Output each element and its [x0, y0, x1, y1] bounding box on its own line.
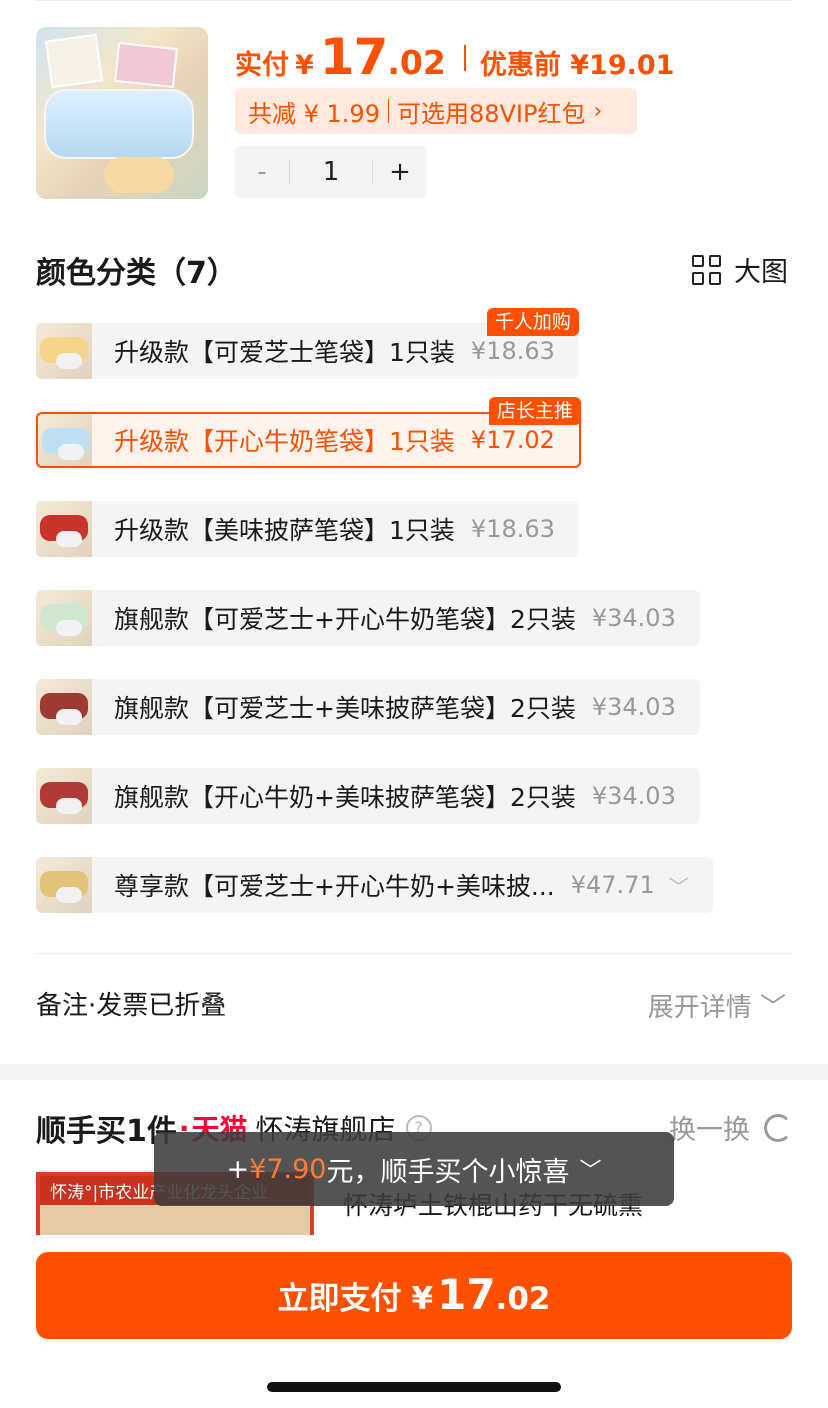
remark-label: 备注·发票已折叠 [36, 991, 227, 1021]
grid-icon [692, 254, 722, 285]
option-thumbnail [36, 501, 92, 557]
chevron-right-icon: › [593, 98, 603, 124]
product-thumbnail[interactable] [36, 27, 208, 199]
option-name: 尊享款【可爱芝士+开心牛奶+美味披... [114, 872, 555, 901]
option-name: 旗舰款【可爱芝士+美味披萨笔袋】2只装 [114, 694, 576, 723]
pay-integer: 17 [437, 1270, 496, 1319]
option-price: ¥18.63 [470, 515, 555, 543]
option-name: 升级款【可爱芝士笔袋】1只装 [114, 338, 455, 367]
option-price: ¥18.63 [470, 337, 555, 365]
swap-label: 换一换 [669, 1115, 750, 1146]
option-thumbnail [36, 857, 92, 913]
addon-toast[interactable]: + ¥7.90 元，顺手买个小惊喜 ﹀ [154, 1132, 674, 1206]
pay-label: 立即支付 [277, 1281, 402, 1317]
option-name: 旗舰款【可爱芝士+开心牛奶笔袋】2只装 [114, 605, 576, 634]
option-thumbnail [36, 323, 92, 379]
toast-text: 元，顺手买个小惊喜 [326, 1156, 570, 1188]
option-price: ¥47.71 [570, 871, 655, 899]
option-price: ¥34.03 [591, 604, 676, 632]
expand-details-button[interactable]: 展开详情 ﹀ [648, 987, 786, 1024]
discount-text: 共减 ¥ 1.99 [248, 99, 380, 128]
decrease-button[interactable]: - [235, 157, 289, 187]
pay-decimal: .02 [495, 1281, 551, 1317]
chevron-down-icon[interactable]: ﹀ [669, 871, 689, 900]
toast-amount: ¥7.90 [249, 1153, 327, 1185]
option-price: ¥34.03 [591, 782, 676, 810]
increase-button[interactable]: + [373, 157, 427, 187]
paid-label: 实付 [235, 50, 289, 81]
option-item[interactable]: 旗舰款【可爱芝士+美味披萨笔袋】2只装 ¥34.03 [36, 679, 700, 735]
option-name: 旗舰款【开心牛奶+美味披萨笔袋】2只装 [114, 783, 576, 812]
option-thumbnail [36, 768, 92, 824]
option-thumbnail [36, 679, 92, 735]
option-name: 升级款【开心牛奶笔袋】1只装 [114, 427, 455, 456]
option-item[interactable]: 升级款【美味披萨笔袋】1只装 ¥18.63 [36, 501, 579, 557]
section-title: 颜色分类（7） [36, 256, 237, 291]
paid-decimal: .02 [387, 43, 446, 82]
section-divider [36, 953, 792, 954]
option-price: ¥34.03 [591, 693, 676, 721]
option-badge: 店长主推 [488, 397, 581, 425]
option-price: ¥17.02 [470, 426, 555, 454]
option-item[interactable]: 升级款【开心牛奶笔袋】1只装 ¥17.02 店长主推 [36, 397, 581, 468]
option-item[interactable]: 尊享款【可爱芝士+开心牛奶+美味披... ¥47.71 ﹀ [36, 857, 713, 913]
discount-pill[interactable]: 共减 ¥ 1.99 可选用88VIP红包 › [235, 88, 637, 134]
vip-redpacket-text: 可选用88VIP红包 [396, 99, 586, 128]
home-indicator[interactable] [267, 1382, 561, 1392]
price-separator [463, 45, 466, 71]
option-item[interactable]: 升级款【可爱芝士笔袋】1只装 ¥18.63 千人加购 [36, 308, 579, 379]
original-price: 优惠前 ¥19.01 [479, 50, 675, 81]
option-thumbnail [36, 590, 92, 646]
paid-currency: ¥ [295, 50, 314, 81]
big-image-toggle[interactable]: 大图 [692, 250, 788, 289]
quantity-stepper: - 1 + [235, 146, 427, 198]
option-item[interactable]: 旗舰款【开心牛奶+美味披萨笔袋】2只装 ¥34.03 [36, 768, 700, 824]
pay-now-button[interactable]: 立即支付 ¥ 17 .02 [36, 1252, 792, 1339]
option-item[interactable]: 旗舰款【可爱芝士+开心牛奶笔袋】2只装 ¥34.03 [36, 590, 700, 646]
refresh-icon [764, 1113, 792, 1142]
quantity-value[interactable]: 1 [290, 157, 372, 187]
big-image-label: 大图 [734, 257, 788, 288]
price-row: 实付 ¥ 17 .02 优惠前 ¥19.01 [235, 28, 674, 88]
option-badge: 千人加购 [486, 308, 579, 336]
paid-integer: 17 [319, 28, 389, 86]
option-name: 升级款【美味披萨笔袋】1只装 [114, 516, 455, 545]
option-thumbnail [36, 412, 92, 468]
top-divider [36, 0, 792, 1]
gray-separator [0, 1064, 828, 1080]
toast-prefix: + [226, 1153, 250, 1185]
pill-divider [387, 99, 389, 123]
swap-button[interactable]: 换一换 [669, 1108, 792, 1147]
chevron-down-icon: ﹀ [579, 1159, 602, 1184]
pay-currency: ¥ [411, 1281, 434, 1317]
